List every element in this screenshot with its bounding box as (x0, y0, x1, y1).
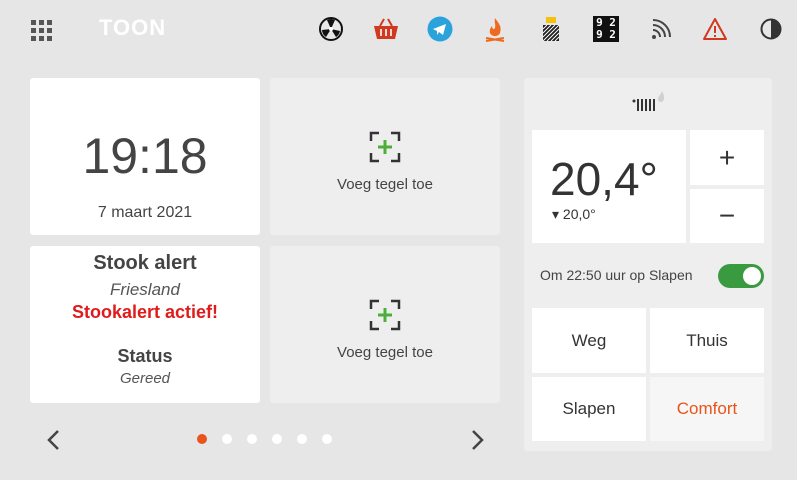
add-tile-label: Voeg tegel toe (337, 176, 433, 193)
increase-temperature-button[interactable]: + (690, 130, 764, 185)
temperature-display: 20,4° ▾ 20,0° (532, 130, 686, 243)
page-dot[interactable] (222, 434, 232, 444)
contrast-icon[interactable] (756, 14, 786, 44)
page-dot[interactable] (247, 434, 257, 444)
decrease-temperature-button[interactable]: − (690, 189, 764, 243)
chevron-right-icon (472, 430, 484, 450)
stook-alert-status: Stookalert actief! (71, 302, 219, 322)
schedule-text: Om 22:50 uur op Slapen (540, 267, 693, 283)
solar-panel-icon[interactable] (536, 14, 566, 44)
basket-icon[interactable] (371, 14, 401, 44)
stook-alert-title: Stook alert (93, 252, 197, 274)
grid-dot (31, 28, 36, 33)
grid-dot (47, 36, 52, 41)
toggle-knob (743, 267, 761, 285)
preset-slapen-button[interactable]: Slapen (532, 377, 646, 441)
page-dot[interactable] (297, 434, 307, 444)
add-tile-icon (369, 131, 401, 163)
telegram-icon[interactable] (425, 14, 455, 44)
previous-page-button[interactable] (42, 426, 66, 454)
add-tile-button[interactable]: Voeg tegel toe (270, 78, 500, 235)
setpoint-temperature: ▾ 20,0° (552, 206, 596, 222)
status-label: Status (117, 346, 173, 366)
toon-logo: TOON (99, 15, 167, 40)
current-temperature: 20,4° (550, 153, 658, 205)
grid-dot (47, 20, 52, 25)
add-tile-icon (369, 299, 401, 331)
page-dot[interactable] (197, 434, 207, 444)
fan-icon[interactable] (316, 14, 346, 44)
wifi-icon[interactable] (646, 14, 676, 44)
clock-tile[interactable]: 19:18 7 maart 2021 (30, 78, 260, 235)
preset-weg-button[interactable]: Weg (532, 308, 646, 373)
program-toggle[interactable] (718, 264, 764, 288)
flame-icon[interactable] (480, 14, 510, 44)
warning-icon[interactable] (700, 14, 730, 44)
apps-grid-button[interactable] (28, 16, 54, 42)
preset-comfort-button[interactable]: Comfort (650, 377, 764, 441)
clock-date: 7 maart 2021 (97, 204, 193, 221)
clock-time: 19:18 (82, 128, 208, 184)
grid-dot (39, 36, 44, 41)
minus-icon: − (718, 200, 736, 231)
add-tile-button[interactable]: Voeg tegel toe (270, 246, 500, 403)
status-value: Gereed (119, 370, 171, 387)
chevron-left-icon (47, 430, 59, 450)
grid-dot (39, 28, 44, 33)
grid-dot (47, 28, 52, 33)
page-dot[interactable] (322, 434, 332, 444)
next-page-button[interactable] (465, 426, 489, 454)
stook-alert-tile[interactable]: Stook alert Friesland Stookalert actief!… (30, 246, 260, 403)
add-tile-label: Voeg tegel toe (337, 344, 433, 361)
scoreboard-bottom: 9 2 (596, 28, 616, 41)
plus-icon: + (718, 141, 736, 173)
grid-dot (31, 20, 36, 25)
preset-thuis-button[interactable]: Thuis (650, 308, 764, 373)
stook-region: Friesland (110, 280, 180, 299)
heating-status-icon (632, 90, 665, 117)
scoreboard-icon[interactable]: 9 2 9 2 (591, 14, 621, 44)
grid-dot (31, 36, 36, 41)
grid-dot (39, 20, 44, 25)
page-dot[interactable] (272, 434, 282, 444)
